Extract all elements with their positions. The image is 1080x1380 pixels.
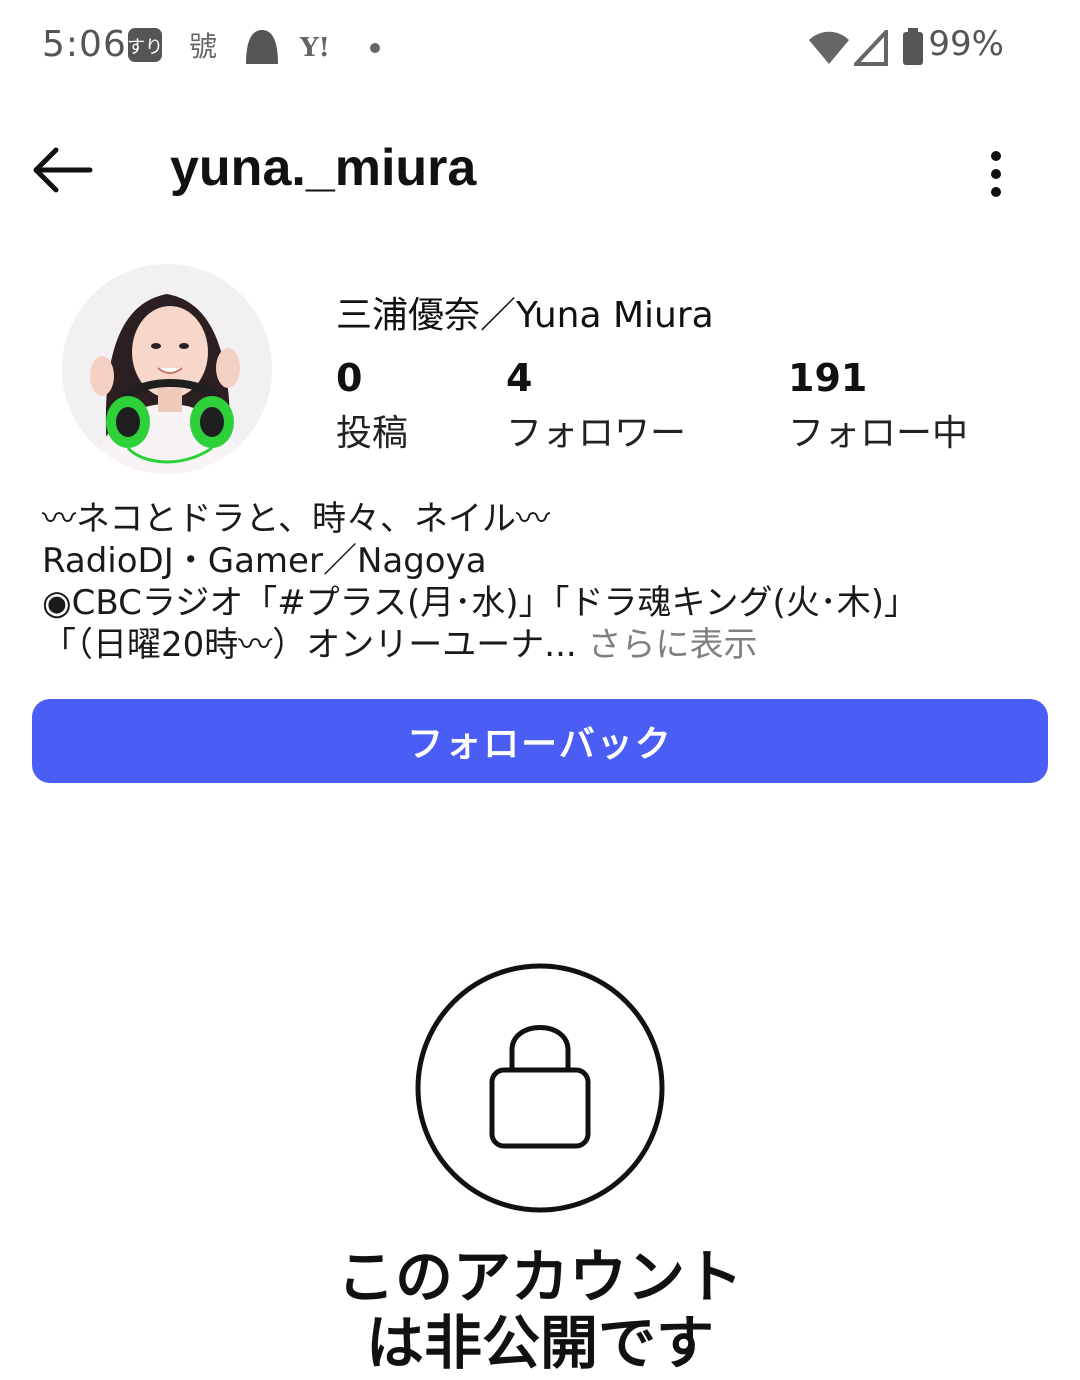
ghost-icon [242, 26, 282, 70]
private-line: は非公開です [365, 1309, 714, 1377]
stat-following[interactable]: 191 フォロー中 [788, 356, 968, 456]
stat-count: 4 [506, 356, 533, 400]
page-title-username: yuna._miura [170, 139, 477, 197]
display-name: 三浦優奈／Yuna Miura [336, 295, 714, 336]
bio-line: RadioDJ・Gamer／Nagoya [42, 541, 487, 581]
dot-icon [368, 40, 382, 59]
private-account-message: このアカウント は非公開です [0, 1244, 1080, 1376]
bio-line: 「（日曜20時〰）オンリーユーナ... [42, 625, 577, 665]
svg-text:號: 號 [189, 30, 217, 63]
stat-count: 191 [788, 356, 868, 400]
bio-line: 〰ネコとドラと、時々、ネイル〰 [42, 499, 550, 539]
private-lock [414, 962, 666, 1214]
private-line: このアカウント [336, 1243, 743, 1311]
bio-line: ◉CBCラジオ「#プラス(月･水)」「ドラ魂キング(火･木)」 [42, 583, 919, 623]
battery-percent: 99% [928, 24, 1004, 64]
status-time: 5:06 [42, 24, 127, 65]
avatar[interactable] [62, 264, 272, 474]
svg-text:Y!: Y! [299, 33, 330, 63]
more-options-button[interactable] [978, 144, 1014, 204]
status-bar: 5:06 すり 號 Y! 99% [0, 0, 1080, 100]
stat-count: 0 [336, 356, 363, 400]
bio-line-last: 「（日曜20時〰）オンリーユーナ... さらに表示 [42, 624, 1042, 666]
wifi-icon [808, 30, 850, 70]
svg-text:すり: すり [127, 37, 163, 58]
follow-back-button[interactable]: フォローバック [32, 699, 1048, 783]
show-more-link[interactable]: さらに表示 [577, 625, 757, 665]
bio: 〰ネコとドラと、時々、ネイル〰 RadioDJ・Gamer／Nagoya ◉CB… [42, 498, 1042, 666]
battery-icon [902, 28, 924, 70]
kanji-app-icon: 號 [186, 26, 220, 68]
stat-label: フォロワー [506, 413, 687, 454]
more-vertical-icon [991, 151, 1001, 197]
yahoo-icon: Y! [298, 26, 340, 68]
back-button[interactable] [28, 142, 98, 198]
notification-app-icon: すり [126, 26, 164, 68]
stat-label: 投稿 [336, 413, 409, 454]
profile-header: yuna._miura [0, 120, 1080, 220]
stat-posts[interactable]: 0 投稿 [336, 356, 408, 456]
stat-followers[interactable]: 4 フォロワー [506, 356, 686, 456]
arrow-left-icon [33, 147, 93, 193]
lock-icon [415, 963, 665, 1213]
signal-icon [851, 26, 888, 70]
stat-label: フォロー中 [788, 413, 969, 454]
profile-photo [62, 264, 272, 474]
